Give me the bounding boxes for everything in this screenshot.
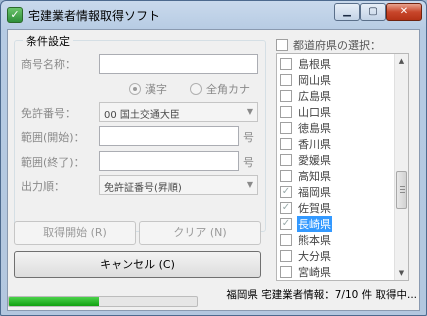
prefecture-checkbox[interactable]: ✓ xyxy=(280,218,292,230)
prefecture-checkbox[interactable] xyxy=(280,234,292,246)
range-start-unit: 号 xyxy=(243,131,254,144)
maximize-button[interactable]: ▢ xyxy=(360,3,386,21)
prefecture-item[interactable]: 熊本県 xyxy=(277,232,395,248)
license-label: 免許番号： xyxy=(21,107,76,120)
client-area: 条件設定 商号名称： 漢字 全角カナ 免許番号： 00 国土交通大臣 ▼ 範囲(… xyxy=(7,29,420,311)
close-button[interactable]: ✕ xyxy=(386,3,422,21)
prefecture-checkbox[interactable]: ✓ xyxy=(280,186,292,198)
prefecture-label: 島根県 xyxy=(298,58,331,71)
prefecture-checkbox[interactable] xyxy=(280,122,292,134)
prefecture-item[interactable]: 山口県 xyxy=(277,104,395,120)
status-bar: 福岡県 宅建業者情報：7/10 件 取得中... xyxy=(8,284,419,310)
trade-name-label: 商号名称： xyxy=(21,58,76,71)
range-end-unit: 号 xyxy=(243,156,254,169)
prefecture-label: 岡山県 xyxy=(298,74,331,87)
prefecture-item[interactable]: ✓ 長崎県 xyxy=(277,216,395,232)
prefecture-label: 宮崎県 xyxy=(298,266,331,279)
radio-kanji[interactable]: 漢字 xyxy=(129,81,167,97)
radio-kana-dot xyxy=(190,83,202,95)
prefecture-label: 大分県 xyxy=(298,250,331,263)
license-select[interactable]: 00 国土交通大臣 ▼ xyxy=(99,102,258,122)
range-start-label: 範囲(開始)： xyxy=(21,131,85,144)
prefecture-checkbox[interactable]: ✓ xyxy=(280,202,292,214)
prefecture-label: 福岡県 xyxy=(298,186,331,199)
scroll-thumb[interactable] xyxy=(396,171,407,209)
grip-icon xyxy=(400,189,405,190)
order-value: 免許証番号(昇順) xyxy=(104,183,182,194)
prefecture-item[interactable]: 岡山県 xyxy=(277,72,395,88)
order-label: 出力順： xyxy=(21,180,65,193)
prefecture-item[interactable]: 愛媛県 xyxy=(277,152,395,168)
prefecture-checkbox[interactable] xyxy=(280,170,292,182)
license-value: 00 国土交通大臣 xyxy=(104,110,180,121)
chevron-down-icon: ▼ xyxy=(246,180,253,189)
window-title: 宅建業者情報取得ソフト xyxy=(28,9,161,23)
prefecture-item[interactable]: 島根県 xyxy=(277,56,395,72)
prefecture-label: 山口県 xyxy=(298,106,331,119)
progress-fill xyxy=(9,297,100,306)
cancel-button[interactable]: キャンセル (C) xyxy=(14,251,261,278)
prefecture-checkbox[interactable] xyxy=(280,154,292,166)
minimize-button[interactable]: ▁ xyxy=(334,3,360,21)
prefecture-item[interactable]: 宮崎県 xyxy=(277,264,395,280)
conditions-legend: 条件設定 xyxy=(23,33,73,49)
prefecture-item[interactable]: 広島県 xyxy=(277,88,395,104)
prefecture-item[interactable]: ✓ 福岡県 xyxy=(277,184,395,200)
radio-kanji-dot xyxy=(129,83,141,95)
prefecture-checkbox[interactable] xyxy=(280,266,292,278)
clear-button[interactable]: クリア (N) xyxy=(139,221,261,245)
select-all-checkbox[interactable] xyxy=(276,39,288,51)
prefecture-item[interactable]: 大分県 xyxy=(277,248,395,264)
range-start-input[interactable] xyxy=(99,126,239,146)
prefecture-checkbox[interactable] xyxy=(280,250,292,262)
prefecture-label: 熊本県 xyxy=(298,234,331,247)
grip-icon xyxy=(400,192,405,193)
status-text: 福岡県 宅建業者情報：7/10 件 取得中... xyxy=(226,289,417,301)
trade-name-input[interactable] xyxy=(99,54,258,74)
app-icon: ✓ xyxy=(7,7,23,23)
order-select[interactable]: 免許証番号(昇順) ▼ xyxy=(99,175,258,195)
prefecture-item[interactable]: ✓ 佐賀県 xyxy=(277,200,395,216)
prefecture-item[interactable]: 高知県 xyxy=(277,168,395,184)
prefecture-header: 都道府県の選択： xyxy=(293,39,381,52)
chevron-down-icon: ▼ xyxy=(246,107,253,116)
prefecture-checkbox[interactable] xyxy=(280,58,292,70)
grip-icon xyxy=(400,186,405,187)
prefecture-select-all[interactable]: 都道府県の選択： xyxy=(276,37,381,53)
prefecture-label: 香川県 xyxy=(298,138,331,151)
prefecture-scrollbar[interactable]: ▲ ▼ xyxy=(394,54,408,280)
scroll-up-icon[interactable]: ▲ xyxy=(395,54,408,68)
scroll-down-icon[interactable]: ▼ xyxy=(395,266,408,280)
prefecture-label: 高知県 xyxy=(298,170,331,183)
conditions-group: 条件設定 商号名称： 漢字 全角カナ 免許番号： 00 国土交通大臣 ▼ 範囲(… xyxy=(14,33,266,232)
progress-bar xyxy=(8,296,198,307)
prefecture-checkbox[interactable] xyxy=(280,138,292,150)
range-end-label: 範囲(終了)： xyxy=(21,156,85,169)
prefecture-label: 佐賀県 xyxy=(298,202,331,215)
start-button[interactable]: 取得開始 (R) xyxy=(14,221,136,245)
prefecture-label: 広島県 xyxy=(298,90,331,103)
range-end-input[interactable] xyxy=(99,151,239,171)
prefecture-checkbox[interactable] xyxy=(280,74,292,86)
radio-kana-label: 全角カナ xyxy=(206,83,250,96)
radio-kanji-label: 漢字 xyxy=(145,83,167,96)
prefecture-item[interactable]: 徳島県 xyxy=(277,120,395,136)
prefecture-checkbox[interactable] xyxy=(280,106,292,118)
prefecture-list[interactable]: 宮崎県 大分県 熊本県 ✓ 長崎県 ✓ 佐賀県 ✓ 福岡県 高知県 愛媛県 香川県 徳島県 山口県 広島県 岡… xyxy=(276,53,409,281)
title-bar[interactable]: ✓ 宅建業者情報取得ソフト ▁ ▢ ✕ xyxy=(1,1,426,29)
prefecture-label: 長崎県 xyxy=(297,216,332,232)
prefecture-checkbox[interactable] xyxy=(280,90,292,102)
prefecture-label: 愛媛県 xyxy=(298,154,331,167)
radio-kana[interactable]: 全角カナ xyxy=(190,81,250,97)
prefecture-label: 徳島県 xyxy=(298,122,331,135)
prefecture-item[interactable]: 香川県 xyxy=(277,136,395,152)
app-window: ✓ 宅建業者情報取得ソフト ▁ ▢ ✕ 条件設定 商号名称： 漢字 全角カナ 免… xyxy=(0,0,427,316)
